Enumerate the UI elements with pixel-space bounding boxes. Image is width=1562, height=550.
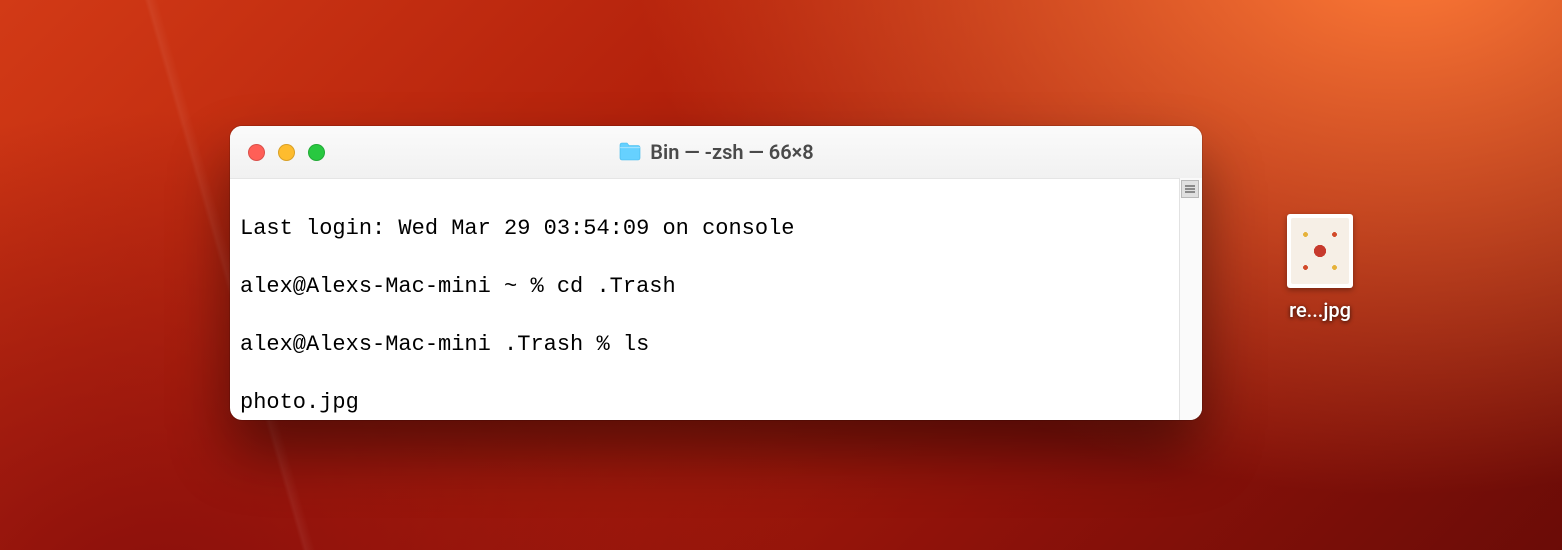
window-title-text: Bin — -zsh — 66×8 <box>650 140 813 164</box>
folder-icon <box>618 142 642 162</box>
terminal-line: Last login: Wed Mar 29 03:54:09 on conso… <box>240 214 1178 243</box>
terminal-line: alex@Alexs-Mac-mini ~ % cd .Trash <box>240 272 1178 301</box>
window-title-bar[interactable]: Bin — -zsh — 66×8 <box>230 126 1202 179</box>
minimize-button[interactable] <box>278 144 295 161</box>
window-controls <box>230 144 325 161</box>
image-preview-icon <box>1291 218 1349 284</box>
scrollbar[interactable] <box>1179 178 1202 420</box>
terminal-window[interactable]: Bin — -zsh — 66×8 Last login: Wed Mar 29… <box>230 126 1202 420</box>
zoom-button[interactable] <box>308 144 325 161</box>
scrollbar-marker-icon[interactable] <box>1181 180 1199 198</box>
desktop-file-icon[interactable]: re...jpg <box>1260 214 1380 322</box>
terminal-line: photo.jpg <box>240 388 1178 417</box>
file-thumbnail <box>1287 214 1353 288</box>
terminal-line: alex@Alexs-Mac-mini .Trash % ls <box>240 330 1178 359</box>
window-title: Bin — -zsh — 66×8 <box>230 140 1202 164</box>
terminal-output[interactable]: Last login: Wed Mar 29 03:54:09 on conso… <box>230 179 1202 420</box>
file-label: re...jpg <box>1289 298 1351 322</box>
close-button[interactable] <box>248 144 265 161</box>
